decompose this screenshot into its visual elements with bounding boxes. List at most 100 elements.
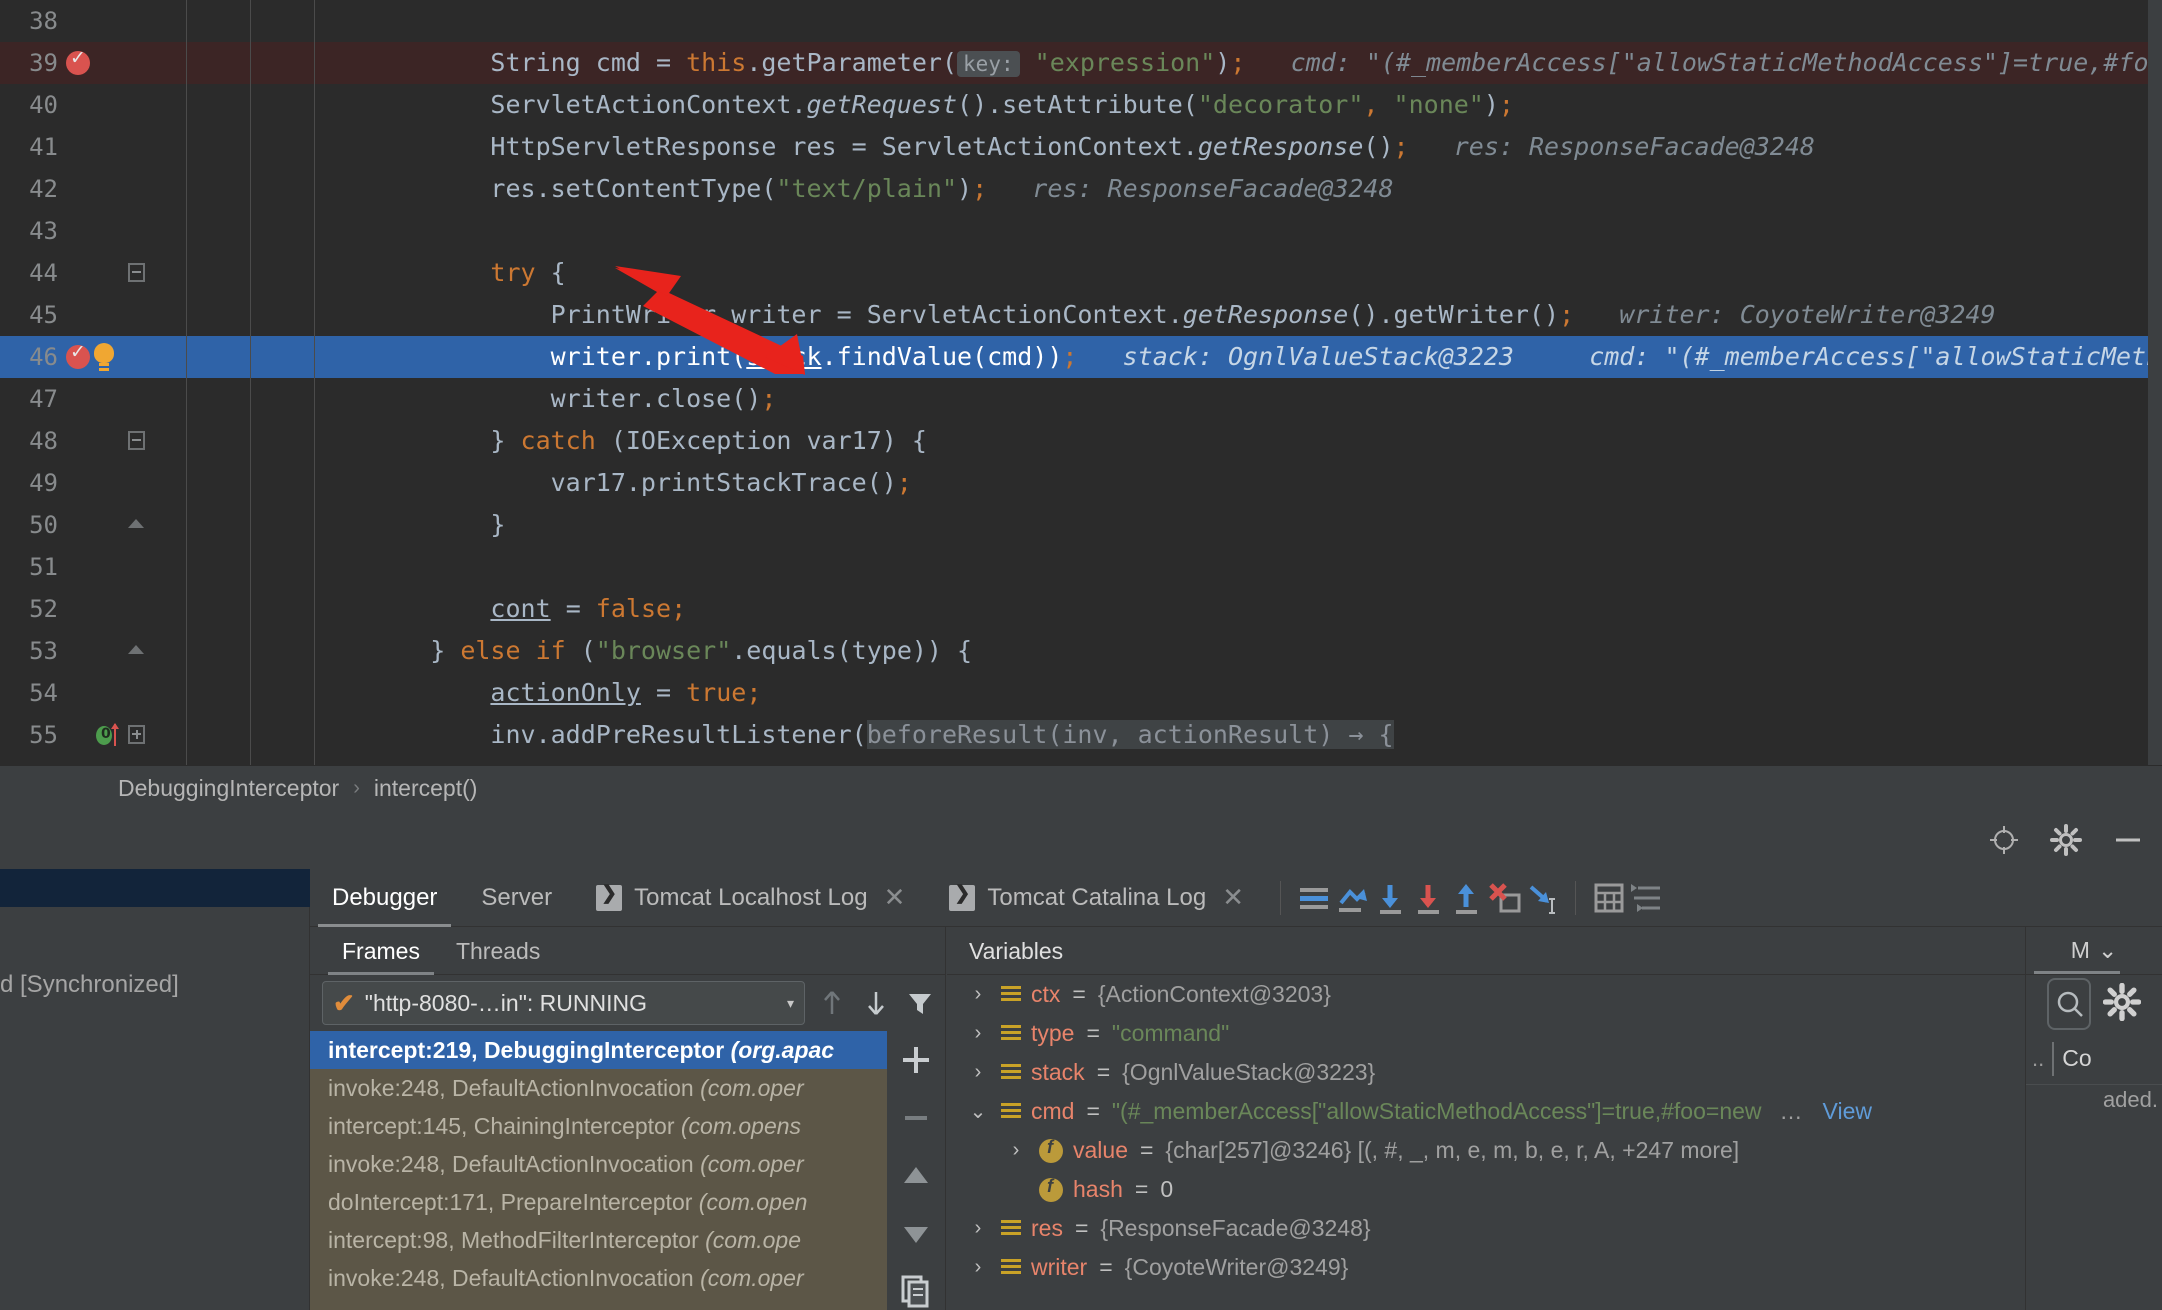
arrow-down-icon[interactable] <box>859 986 893 1020</box>
gutter[interactable] <box>58 168 370 210</box>
frame-list-item[interactable]: intercept:145, ChainingInterceptor (com.… <box>310 1107 887 1145</box>
close-icon[interactable]: ✕ <box>1222 882 1244 913</box>
gear-icon[interactable] <box>2102 982 2142 1026</box>
gutter[interactable] <box>58 504 370 546</box>
code-line[interactable]: 39 String cmd = this.getParameter(key: "… <box>0 42 2162 84</box>
code-line[interactable]: 49 var17.printStackTrace(); <box>0 462 2162 504</box>
chevron-icon[interactable]: › <box>965 983 991 1006</box>
debug-tab[interactable]: Tomcat Localhost Log ✕ <box>574 869 927 927</box>
code-line[interactable]: 45 PrintWriter writer = ServletActionCon… <box>0 294 2162 336</box>
gutter[interactable] <box>58 84 370 126</box>
code-line[interactable]: 42 res.setContentType("text/plain"); res… <box>0 168 2162 210</box>
code-editor[interactable]: 38 39 String cmd = this.getParameter(key:… <box>0 0 2162 765</box>
chevron-icon[interactable]: › <box>965 1022 991 1045</box>
chevron-icon[interactable]: ⌄ <box>965 1099 991 1124</box>
settings-lines-icon[interactable] <box>1628 879 1666 917</box>
code-line[interactable]: 47 writer.close(); <box>0 378 2162 420</box>
view-value-link[interactable]: View <box>1823 1098 1872 1125</box>
move-up-button[interactable] <box>893 1153 939 1199</box>
intention-bulb-icon[interactable] <box>94 343 114 366</box>
move-down-button[interactable] <box>893 1211 939 1257</box>
code-line[interactable]: 41 HttpServletResponse res = ServletActi… <box>0 126 2162 168</box>
filter-icon[interactable] <box>903 986 937 1020</box>
breakpoint-icon[interactable] <box>66 47 90 75</box>
code-line[interactable]: 46 writer.print(stack.findValue(cmd)); s… <box>0 336 2162 378</box>
force-step-into-icon[interactable] <box>1409 879 1447 917</box>
frame-list-item[interactable]: intercept:219, DebuggingInterceptor (org… <box>310 1031 887 1069</box>
breakpoint-icon[interactable] <box>66 341 90 369</box>
code-line[interactable]: 43 <box>0 210 2162 252</box>
gutter[interactable] <box>58 588 370 630</box>
minimize-icon[interactable] <box>2112 824 2144 856</box>
step-into-icon[interactable] <box>1371 879 1409 917</box>
copy-button[interactable] <box>893 1269 939 1310</box>
gutter[interactable] <box>58 378 370 420</box>
remove-watch-button[interactable] <box>893 1095 939 1141</box>
gutter[interactable] <box>58 252 370 294</box>
variable-row[interactable]: › type = "command" <box>947 1014 2025 1053</box>
code-line[interactable]: 44 try { <box>0 252 2162 294</box>
gutter[interactable] <box>58 126 370 168</box>
thread-combobox[interactable]: ✔ "http-8080-…in": RUNNING ▾ <box>322 981 805 1025</box>
variable-row[interactable]: › ctx = {ActionContext@3203} <box>947 975 2025 1014</box>
chevron-icon[interactable]: › <box>965 1217 991 1240</box>
frames-subtab[interactable]: Threads <box>438 927 558 975</box>
add-watch-button[interactable] <box>893 1037 939 1083</box>
gutter[interactable] <box>58 42 370 84</box>
code-line[interactable]: 52 cont = false; <box>0 588 2162 630</box>
code-line[interactable]: 53 } else if ("browser".equals(type)) { <box>0 630 2162 672</box>
variable-row[interactable]: › res = {ResponseFacade@3248} <box>947 1209 2025 1248</box>
chevron-icon[interactable]: › <box>965 1256 991 1279</box>
gutter[interactable] <box>58 756 370 765</box>
code-line[interactable]: 57 String rootObjectExpression = Debuggi… <box>0 756 2162 765</box>
code-fold-icon[interactable] <box>128 263 145 282</box>
code-fold-icon[interactable] <box>128 725 145 744</box>
chevron-icon[interactable]: › <box>1003 1139 1029 1162</box>
variable-row[interactable]: › stack = {OgnlValueStack@3223} <box>947 1053 2025 1092</box>
right-rail-tab[interactable]: M ⌄ <box>2026 927 2162 975</box>
evaluate-expression-icon[interactable] <box>1590 879 1628 917</box>
code-line[interactable]: 38 <box>0 0 2162 42</box>
variables-tree[interactable]: › ctx = {ActionContext@3203} › type = "command"… <box>947 975 2025 1287</box>
code-line[interactable]: 50 } <box>0 504 2162 546</box>
gutter[interactable] <box>58 294 370 336</box>
gear-icon[interactable] <box>2050 824 2082 856</box>
search-icon[interactable] <box>2047 978 2091 1030</box>
gutter[interactable] <box>58 714 370 756</box>
frame-list-item[interactable]: invoke:248, DefaultActionInvocation (com… <box>310 1069 887 1107</box>
code-fold-icon[interactable] <box>128 641 145 660</box>
code-line[interactable]: 40 ServletActionContext.getRequest().set… <box>0 84 2162 126</box>
drop-frame-icon[interactable] <box>1485 879 1523 917</box>
variable-row[interactable]: ⌄ cmd = "(#_memberAccess["allowStaticMethod… <box>947 1092 2025 1131</box>
code-line[interactable]: 51 <box>0 546 2162 588</box>
gutter[interactable] <box>58 420 370 462</box>
frames-subtab[interactable]: Frames <box>324 927 438 975</box>
variable-row[interactable]: › value = {char[257]@3246} [(, #, _, m, e, … <box>947 1131 2025 1170</box>
overflow-dots-icon[interactable]: .. <box>2032 1046 2044 1072</box>
frame-list-item[interactable]: doIntercept:171, PrepareInterceptor (com… <box>310 1183 887 1221</box>
step-over-icon[interactable] <box>1333 879 1371 917</box>
chevron-icon[interactable]: › <box>965 1061 991 1084</box>
close-icon[interactable]: ✕ <box>884 882 906 913</box>
frame-list-item[interactable]: invoke:248, DefaultActionInvocation (com… <box>310 1145 887 1183</box>
code-fold-icon[interactable] <box>128 515 145 534</box>
code-line[interactable]: 54 actionOnly = true; <box>0 672 2162 714</box>
breadcrumb-method[interactable]: intercept() <box>374 775 478 802</box>
gutter[interactable] <box>58 210 370 252</box>
debug-tab[interactable]: Server <box>459 869 574 927</box>
show-execution-point-icon[interactable] <box>1295 879 1333 917</box>
breadcrumb[interactable]: DebuggingInterceptor › intercept() <box>0 765 2162 811</box>
step-out-icon[interactable] <box>1447 879 1485 917</box>
debug-tab[interactable]: Tomcat Catalina Log ✕ <box>927 869 1266 927</box>
code-line[interactable]: 55 inv.addPreResultListener(beforeResult… <box>0 714 2162 756</box>
gutter[interactable] <box>58 0 370 42</box>
gutter[interactable] <box>58 672 370 714</box>
frame-list-item[interactable]: invoke:248, DefaultActionInvocation (com… <box>310 1259 887 1297</box>
code-line[interactable]: 48 } catch (IOException var17) { <box>0 420 2162 462</box>
frames-list[interactable]: intercept:219, DebuggingInterceptor (org… <box>310 1031 887 1310</box>
debug-tab[interactable]: Debugger <box>310 869 459 927</box>
gutter[interactable] <box>58 336 370 378</box>
variable-row[interactable]: › writer = {CoyoteWriter@3249} <box>947 1248 2025 1287</box>
frame-list-item[interactable]: intercept:98, MethodFilterInterceptor (c… <box>310 1221 887 1259</box>
gutter[interactable] <box>58 546 370 588</box>
